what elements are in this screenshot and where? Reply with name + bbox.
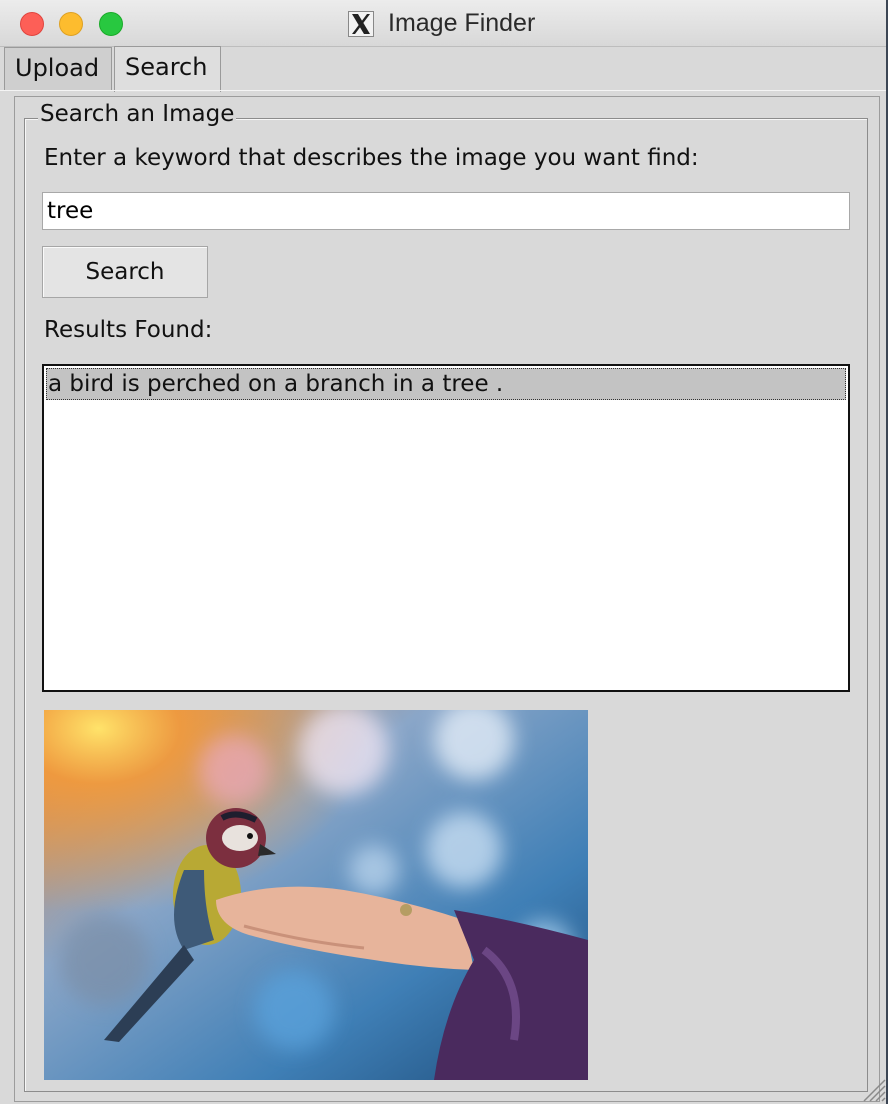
maximize-window-button[interactable]	[99, 12, 123, 36]
resize-grip-icon[interactable]	[858, 1074, 886, 1102]
minimize-window-button[interactable]	[59, 12, 83, 36]
window-title: Image Finder	[388, 9, 536, 37]
tab-search[interactable]: Search	[114, 46, 221, 92]
results-listbox[interactable]: a bird is perched on a branch in a tree …	[42, 364, 850, 692]
tab-upload[interactable]: Upload	[4, 47, 112, 90]
image-finder-window: Image Finder Upload Search Search an Ima…	[0, 0, 888, 1104]
close-window-button[interactable]	[20, 12, 44, 36]
bird-photo	[44, 710, 588, 1080]
list-item[interactable]: a bird is perched on a branch in a tree …	[46, 368, 846, 400]
keyword-prompt-label: Enter a keyword that describes the image…	[44, 145, 699, 171]
results-found-label: Results Found:	[44, 317, 213, 343]
search-button[interactable]: Search	[42, 246, 208, 298]
x11-icon	[348, 11, 374, 37]
tab-divider	[0, 90, 886, 91]
title-bar[interactable]: Image Finder	[0, 0, 886, 47]
result-image-preview	[44, 710, 588, 1080]
keyword-input[interactable]	[42, 192, 850, 230]
frame-legend: Search an Image	[38, 101, 237, 127]
tab-bar: Upload Search	[0, 46, 886, 92]
